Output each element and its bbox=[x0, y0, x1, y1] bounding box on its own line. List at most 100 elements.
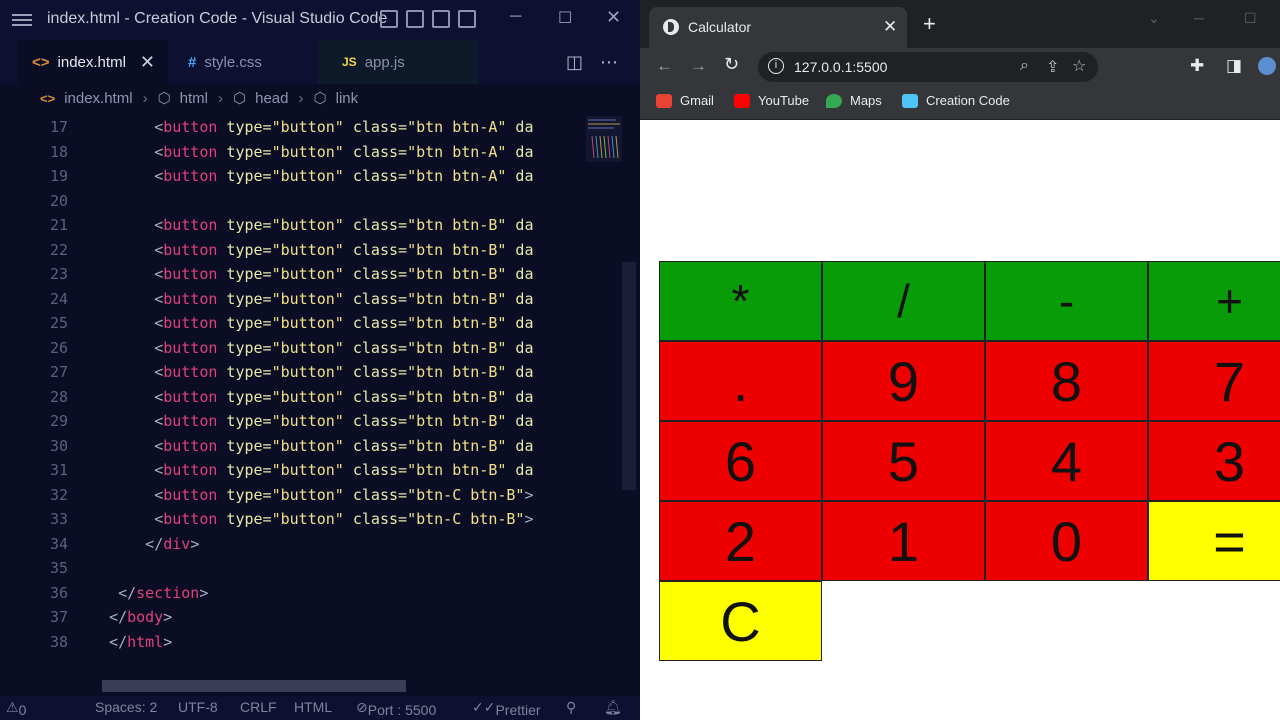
tab-app-js[interactable]: JS app.js bbox=[318, 40, 478, 84]
calc-key-digit-1[interactable]: 1 bbox=[822, 501, 985, 581]
site-info-icon[interactable]: i bbox=[768, 58, 784, 74]
reload-icon[interactable]: ↻ bbox=[724, 54, 739, 75]
maps-pin-icon bbox=[826, 93, 842, 108]
browser-tab-calculator[interactable]: Calculator ✕ bbox=[649, 7, 907, 48]
toggle-panel-icon[interactable] bbox=[406, 10, 424, 28]
minimize-icon[interactable]: ─ bbox=[1194, 10, 1204, 26]
maximize-icon[interactable]: ☐ bbox=[558, 8, 572, 28]
code-line[interactable]: 23 <button type="button" class="btn btn-… bbox=[0, 265, 620, 289]
feedback-icon[interactable]: ⚲ bbox=[566, 699, 576, 716]
split-editor-icon[interactable]: ◫ bbox=[566, 52, 583, 73]
tab-search-icon[interactable]: ⌄ bbox=[1148, 10, 1160, 27]
bookmark-gmail[interactable]: Gmail bbox=[656, 93, 714, 108]
line-number: 34 bbox=[49, 534, 68, 553]
toggle-sidebar-icon[interactable] bbox=[380, 10, 398, 28]
calc-key-digit-6[interactable]: 6 bbox=[659, 421, 822, 501]
tab-index-html[interactable]: <> index.html ✕ bbox=[18, 40, 168, 84]
calc-key-decimal[interactable]: . bbox=[659, 341, 822, 421]
code-text: <button type="button" class="btn btn-A" … bbox=[154, 118, 534, 136]
tab-label: style.css bbox=[204, 53, 262, 71]
side-panel-icon[interactable]: ◨ bbox=[1226, 56, 1242, 76]
notifications-bell-icon[interactable]: 🔔︎ bbox=[604, 699, 622, 716]
code-line[interactable]: 20 bbox=[0, 192, 620, 216]
calc-key-digit-2[interactable]: 2 bbox=[659, 501, 822, 581]
calc-key-digit-5[interactable]: 5 bbox=[822, 421, 985, 501]
live-server-status[interactable]: ⊘ Port : 5500 bbox=[356, 699, 436, 718]
code-text: </div> bbox=[145, 534, 200, 553]
code-line[interactable]: 33 <button type="button" class="btn-C bt… bbox=[0, 510, 620, 534]
close-tab-icon[interactable]: ✕ bbox=[140, 52, 155, 73]
extensions-puzzle-icon[interactable]: ✚ bbox=[1190, 56, 1204, 76]
code-line[interactable]: 19 <button type="button" class="btn btn-… bbox=[0, 167, 620, 191]
customize-layout-icon[interactable] bbox=[458, 10, 476, 28]
close-tab-icon[interactable]: ✕ bbox=[883, 17, 897, 37]
calc-key-multiply[interactable]: * bbox=[659, 261, 822, 341]
calc-key-digit-7[interactable]: 7 bbox=[1148, 341, 1280, 421]
toggle-secondary-sidebar-icon[interactable] bbox=[432, 10, 450, 28]
code-editor[interactable]: 17 <button type="button" class="btn btn-… bbox=[0, 116, 640, 676]
bookmark-star-icon[interactable]: ☆ bbox=[1072, 56, 1086, 76]
hamburger-menu-icon[interactable] bbox=[12, 11, 32, 29]
calc-key-digit-0[interactable]: 0 bbox=[985, 501, 1148, 581]
breadcrumb-file[interactable]: index.html bbox=[64, 90, 132, 107]
calc-key-subtract[interactable]: - bbox=[985, 261, 1148, 341]
back-arrow-icon[interactable]: ← bbox=[656, 56, 673, 76]
breadcrumb-html[interactable]: html bbox=[180, 90, 208, 107]
code-line[interactable]: 22 <button type="button" class="btn btn-… bbox=[0, 241, 620, 265]
code-line[interactable]: 32 <button type="button" class="btn-C bt… bbox=[0, 486, 620, 510]
calc-key-digit-3[interactable]: 3 bbox=[1148, 421, 1280, 501]
horizontal-scrollbar[interactable] bbox=[102, 680, 406, 692]
minimap[interactable] bbox=[586, 116, 622, 162]
new-tab-icon[interactable]: + bbox=[923, 13, 936, 35]
calc-key-equals[interactable]: = bbox=[1148, 501, 1280, 581]
calc-key-clear[interactable]: C bbox=[659, 581, 822, 661]
code-line[interactable]: 37 </body> bbox=[0, 608, 620, 632]
code-line[interactable]: 34 </div> bbox=[0, 535, 620, 559]
element-icon: ⬡ bbox=[157, 90, 171, 107]
calc-key-digit-8[interactable]: 8 bbox=[985, 341, 1148, 421]
breadcrumb-head[interactable]: head bbox=[255, 90, 288, 107]
address-bar[interactable]: i 127.0.0.1:5500 ⌕ ⇪ ☆ bbox=[758, 52, 1098, 82]
profile-avatar[interactable] bbox=[1258, 57, 1276, 75]
code-line[interactable]: 27 <button type="button" class="btn btn-… bbox=[0, 363, 620, 387]
more-actions-icon[interactable]: ⋯ bbox=[600, 52, 618, 73]
code-line[interactable]: 30 <button type="button" class="btn btn-… bbox=[0, 437, 620, 461]
calc-key-digit-4[interactable]: 4 bbox=[985, 421, 1148, 501]
calc-key-add[interactable]: + bbox=[1148, 261, 1280, 341]
encoding-status[interactable]: UTF-8 bbox=[178, 699, 218, 715]
calc-key-divide[interactable]: / bbox=[822, 261, 985, 341]
code-line[interactable]: 26 <button type="button" class="btn btn-… bbox=[0, 339, 620, 363]
eol-status[interactable]: CRLF bbox=[240, 699, 277, 715]
code-line[interactable]: 17 <button type="button" class="btn btn-… bbox=[0, 118, 620, 142]
code-line[interactable]: 29 <button type="button" class="btn btn-… bbox=[0, 412, 620, 436]
code-line[interactable]: 24 <button type="button" class="btn btn-… bbox=[0, 290, 620, 314]
zoom-icon[interactable]: ⌕ bbox=[1020, 57, 1029, 75]
breadcrumb-link[interactable]: link bbox=[336, 90, 359, 107]
code-text: <button type="button" class="btn btn-B" … bbox=[154, 265, 534, 283]
indentation-status[interactable]: Spaces: 2 bbox=[95, 699, 157, 715]
code-text: </body> bbox=[109, 608, 173, 626]
problems-status[interactable]: ⚠ 0 bbox=[6, 699, 26, 718]
vertical-scrollbar[interactable] bbox=[622, 262, 636, 490]
code-line[interactable]: 36 </section> bbox=[0, 584, 620, 608]
code-line[interactable]: 18 <button type="button" class="btn btn-… bbox=[0, 143, 620, 167]
code-line[interactable]: 28 <button type="button" class="btn btn-… bbox=[0, 388, 620, 412]
bookmark-maps[interactable]: Maps bbox=[826, 93, 882, 108]
maximize-icon[interactable]: ☐ bbox=[1244, 10, 1257, 27]
calc-key-digit-9[interactable]: 9 bbox=[822, 341, 985, 421]
code-line[interactable]: 21 <button type="button" class="btn btn-… bbox=[0, 216, 620, 240]
code-line[interactable]: 25 <button type="button" class="btn btn-… bbox=[0, 314, 620, 338]
close-window-icon[interactable]: ✕ bbox=[606, 7, 621, 28]
code-line[interactable]: 35 bbox=[0, 559, 620, 583]
minimize-icon[interactable]: ─ bbox=[510, 8, 521, 26]
prettier-status[interactable]: ✓✓ Prettier bbox=[472, 699, 541, 718]
code-line[interactable]: 38 </html> bbox=[0, 633, 620, 657]
tab-style-css[interactable]: # style.css bbox=[168, 40, 318, 84]
share-icon[interactable]: ⇪ bbox=[1046, 57, 1059, 77]
language-status[interactable]: HTML bbox=[294, 699, 332, 715]
creation-code-icon bbox=[902, 93, 918, 108]
bookmark-youtube[interactable]: YouTube bbox=[734, 93, 809, 108]
code-line[interactable]: 31 <button type="button" class="btn btn-… bbox=[0, 461, 620, 485]
forward-arrow-icon[interactable]: → bbox=[690, 56, 707, 76]
bookmark-creation-code[interactable]: Creation Code bbox=[902, 93, 1010, 108]
